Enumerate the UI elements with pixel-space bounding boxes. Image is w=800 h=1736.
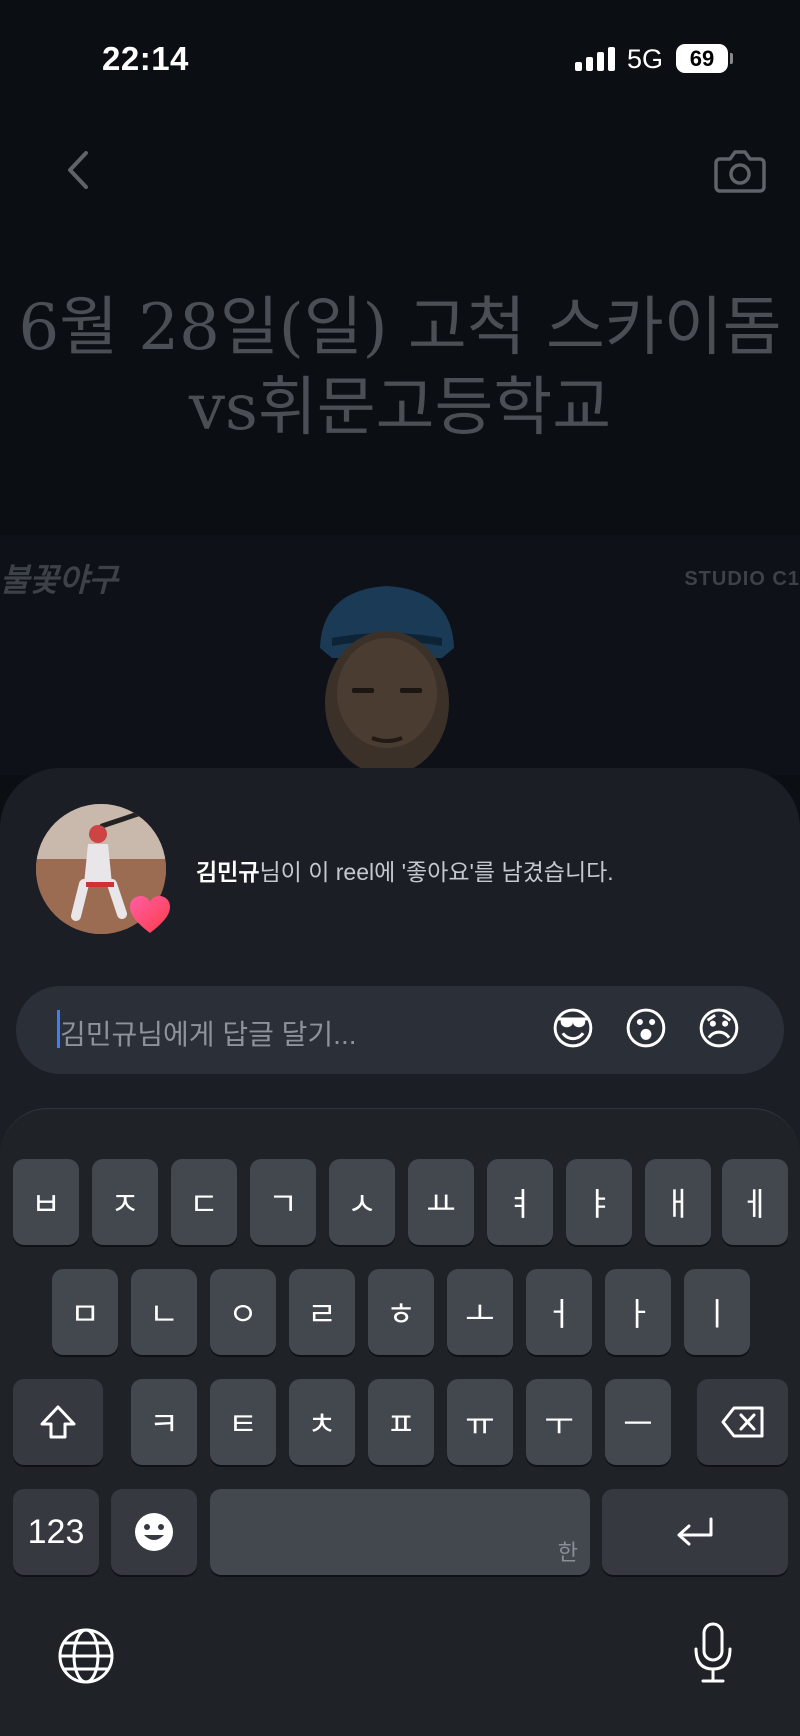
camera-icon[interactable] (714, 145, 766, 195)
key-2-5[interactable]: ㅎ (368, 1269, 434, 1355)
show-logo: 불꽃야구 (0, 562, 118, 598)
liker-name[interactable]: 김민규 (196, 859, 259, 885)
space-language-hint: 한 (557, 1540, 578, 1565)
key-3-3[interactable]: ㅊ (289, 1379, 355, 1465)
chevron-left-icon[interactable] (60, 147, 100, 193)
key-3-4[interactable]: ㅍ (368, 1379, 434, 1465)
key-2-1[interactable]: ㅁ (52, 1269, 118, 1355)
like-message: 님이 이 reel에 '좋아요'를 남겼습니다. (259, 859, 614, 885)
cellular-signal-icon (575, 47, 615, 71)
key-2-2[interactable]: ㄴ (131, 1269, 197, 1355)
reply-placeholder: 김민규님에게 답글 달기... (60, 1019, 357, 1050)
shift-key[interactable] (13, 1379, 103, 1465)
key-2-4[interactable]: ㄹ (289, 1269, 355, 1355)
key-2-8[interactable]: ㅏ (605, 1269, 671, 1355)
status-time: 22:14 (102, 40, 189, 77)
key-1-9[interactable]: ㅐ (645, 1159, 711, 1245)
emoji-sad-button[interactable]: 😞 (696, 1007, 742, 1053)
emoji-icon (135, 1513, 173, 1551)
battery-icon (730, 53, 733, 64)
globe-icon[interactable] (57, 1627, 115, 1685)
key-1-10[interactable]: ㅔ (722, 1159, 788, 1245)
key-3-1[interactable]: ㅋ (131, 1379, 197, 1465)
key-1-5[interactable]: ㅅ (329, 1159, 395, 1245)
key-1-1[interactable]: ㅂ (13, 1159, 79, 1245)
key-1-7[interactable]: ㅕ (487, 1159, 553, 1245)
shift-icon (40, 1405, 76, 1439)
key-3-6[interactable]: ㅜ (526, 1379, 592, 1465)
key-1-4[interactable]: ㄱ (250, 1159, 316, 1245)
backspace-icon (721, 1406, 763, 1438)
return-key[interactable] (602, 1489, 788, 1575)
network-type: 5G (627, 44, 664, 74)
key-2-6[interactable]: ㅗ (447, 1269, 513, 1355)
key-1-3[interactable]: ㄷ (171, 1159, 237, 1245)
space-key[interactable]: 한 (210, 1489, 590, 1575)
numbers-key[interactable]: 123 (13, 1489, 99, 1575)
video-frame[interactable]: 불꽃야구 STUDIO C1 (0, 535, 800, 775)
video-title-line2: vs휘문고등학교 (188, 371, 612, 445)
key-2-7[interactable]: ㅓ (526, 1269, 592, 1355)
key-2-3[interactable]: ㅇ (210, 1269, 276, 1355)
video-title-line1: 6월 28일(일) 고척 스카이돔 (18, 291, 782, 365)
like-notification-text: 김민규님이 이 reel에 '좋아요'를 남겼습니다. (196, 853, 614, 887)
key-1-6[interactable]: ㅛ (408, 1159, 474, 1245)
delete-key[interactable] (697, 1379, 788, 1465)
status-bar: 22:14 5G 69 (0, 0, 800, 120)
video-person-image (320, 586, 454, 775)
key-3-5[interactable]: ㅠ (447, 1379, 513, 1465)
key-3-7[interactable]: ㅡ (605, 1379, 671, 1465)
key-3-2[interactable]: ㅌ (210, 1379, 276, 1465)
battery-level: 69 (676, 44, 728, 73)
key-1-2[interactable]: ㅈ (92, 1159, 158, 1245)
emoji-cool-button[interactable]: 😎 (550, 1007, 596, 1053)
return-icon (677, 1517, 713, 1546)
emoji-surprised-button[interactable]: 😮 (623, 1007, 669, 1053)
key-1-8[interactable]: ㅑ (566, 1159, 632, 1245)
microphone-icon[interactable] (690, 1621, 736, 1685)
emoji-key[interactable] (111, 1489, 197, 1575)
studio-logo: STUDIO C1 (684, 568, 800, 590)
key-2-9[interactable]: ㅣ (684, 1269, 750, 1355)
heart-icon (130, 896, 170, 933)
